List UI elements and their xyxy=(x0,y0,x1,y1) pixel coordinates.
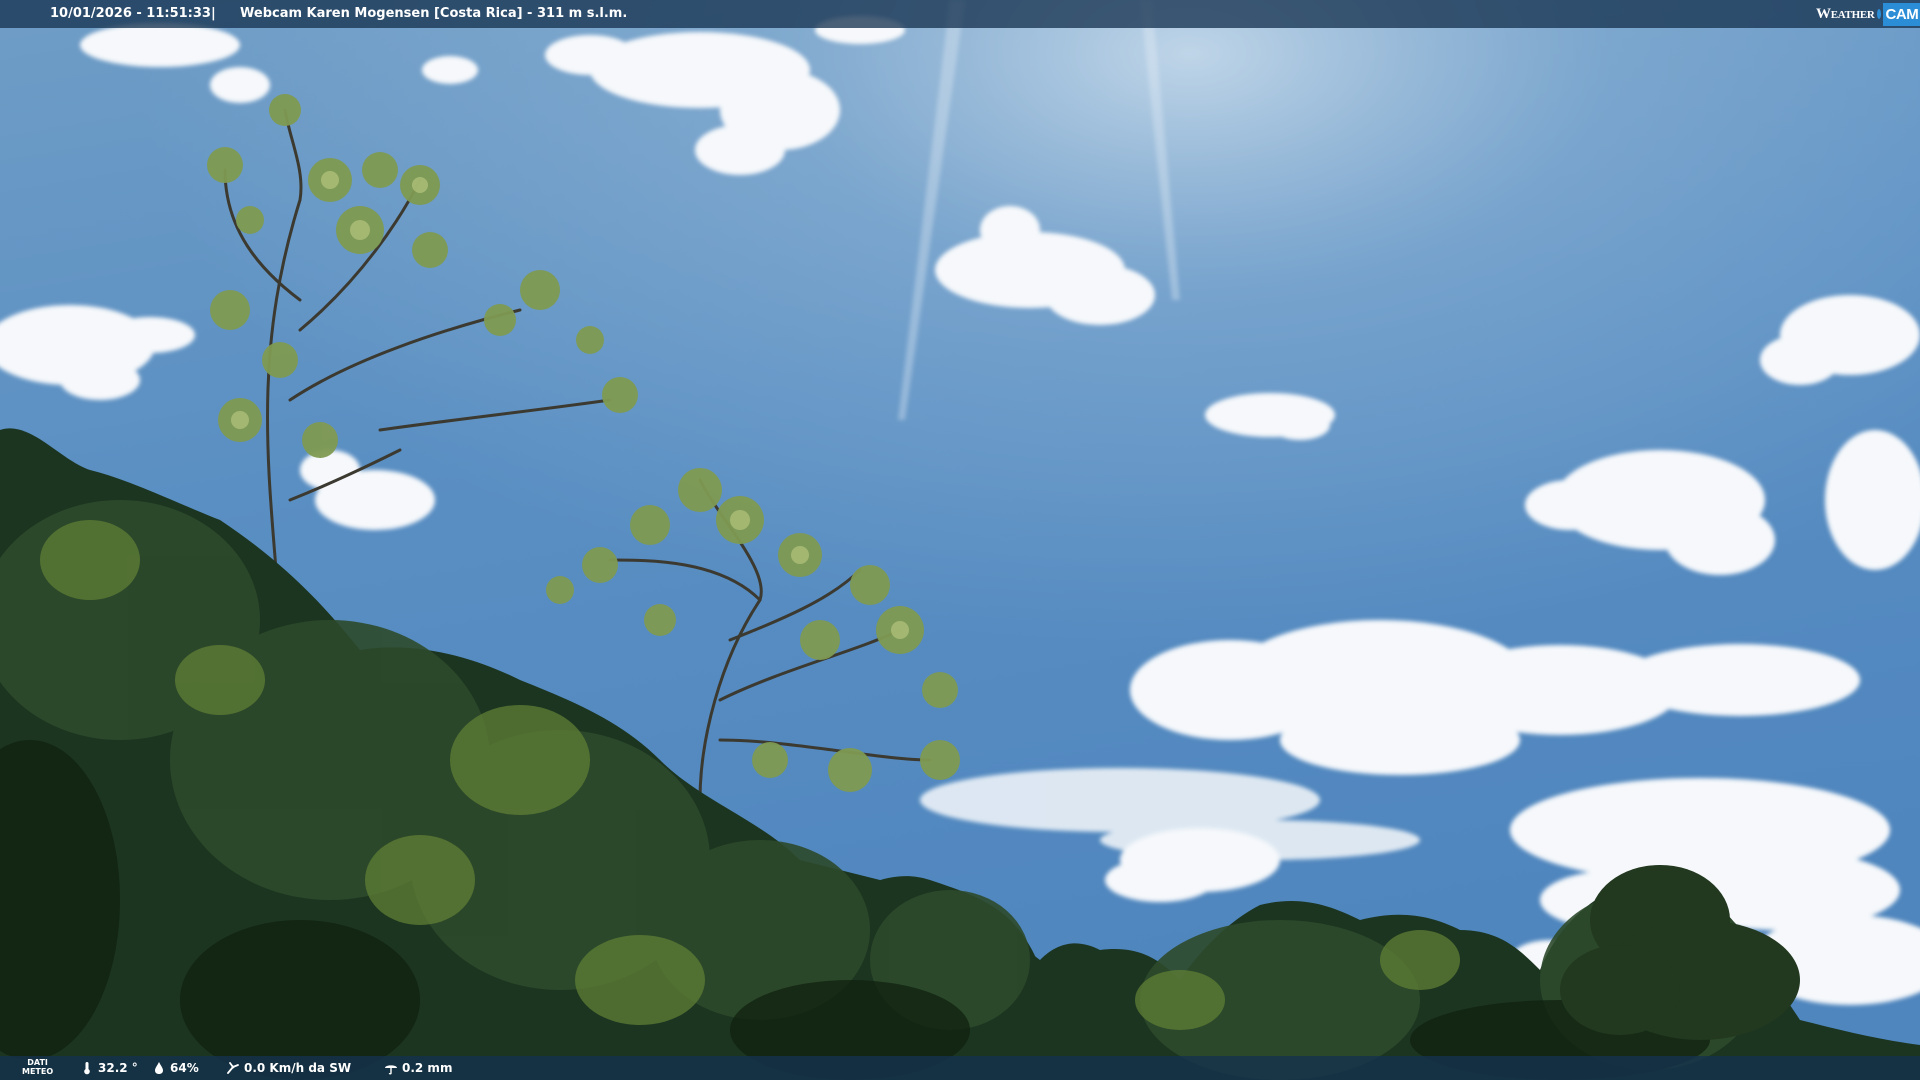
rain-value: 0.2 mm xyxy=(402,1061,453,1075)
temperature-value: 32.2 ° xyxy=(98,1061,138,1075)
rain-icon xyxy=(385,1065,397,1075)
rain-readout: 0.2 mm xyxy=(384,1061,452,1075)
weather-data-bar: DATI METEO 32.2 ° 64% 0.0 Km/h da SW 0.2… xyxy=(0,1056,1920,1080)
temperature-readout: 32.2 ° xyxy=(80,1061,138,1075)
wind-readout: 0.0 Km/h da SW xyxy=(226,1061,351,1075)
humidity-readout: 64% xyxy=(152,1061,199,1075)
cloud xyxy=(422,56,478,84)
wind-value: 0.0 Km/h da SW xyxy=(244,1061,352,1075)
thermometer-icon xyxy=(84,1062,90,1075)
top-overlay-bar: 10/01/2026 - 11:51:33 | Webcam Karen Mog… xyxy=(0,0,1920,28)
webcam-frame: 10/01/2026 - 11:51:33 | Webcam Karen Mog… xyxy=(0,0,1920,1080)
logo-cam: CAM xyxy=(1882,2,1920,26)
dati-meteo-label: DATI METEO xyxy=(22,1058,53,1076)
timestamp: 10/01/2026 - 11:51:33 xyxy=(50,6,211,21)
humidity-value: 64% xyxy=(170,1061,199,1075)
humidity-drop-icon xyxy=(155,1062,163,1074)
webcam-image xyxy=(0,0,1920,1080)
wind-icon xyxy=(227,1062,239,1074)
weathercam-logo: Weather CAM xyxy=(1816,0,1920,28)
separator: | xyxy=(211,6,216,21)
label-line-1: DATI xyxy=(27,1058,48,1067)
logo-dot-icon xyxy=(1876,9,1881,19)
camera-title: Webcam Karen Mogensen [Costa Rica] - 311… xyxy=(240,6,628,21)
logo-word: Weather xyxy=(1816,5,1875,22)
label-line-2: METEO xyxy=(22,1067,54,1076)
